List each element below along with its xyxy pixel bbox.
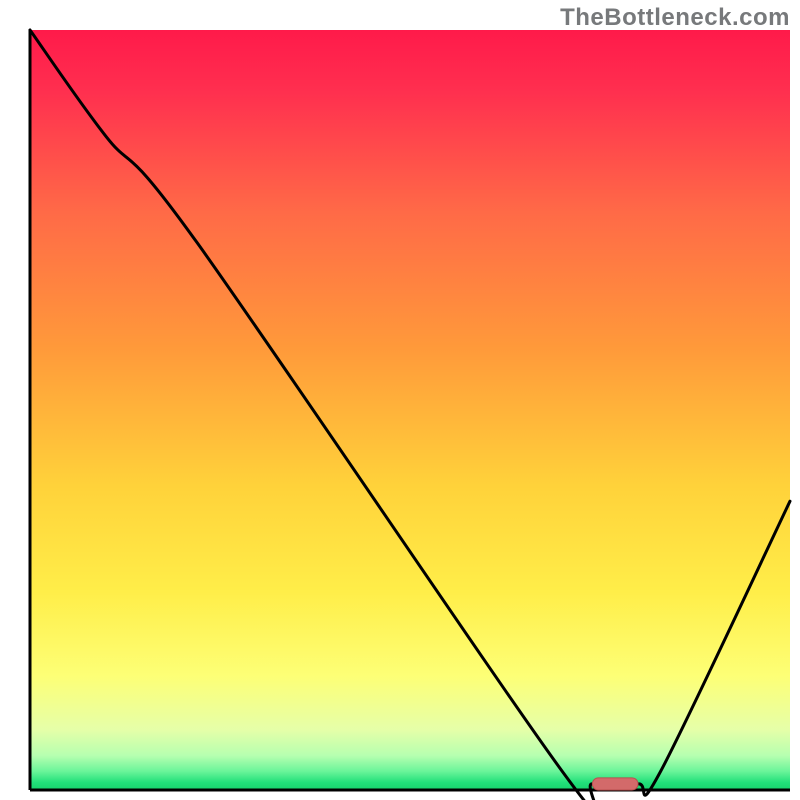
plot-background — [30, 30, 790, 790]
bottleneck-plot — [0, 0, 800, 800]
chart-frame: TheBottleneck.com — [0, 0, 800, 800]
trough-marker — [592, 778, 638, 790]
